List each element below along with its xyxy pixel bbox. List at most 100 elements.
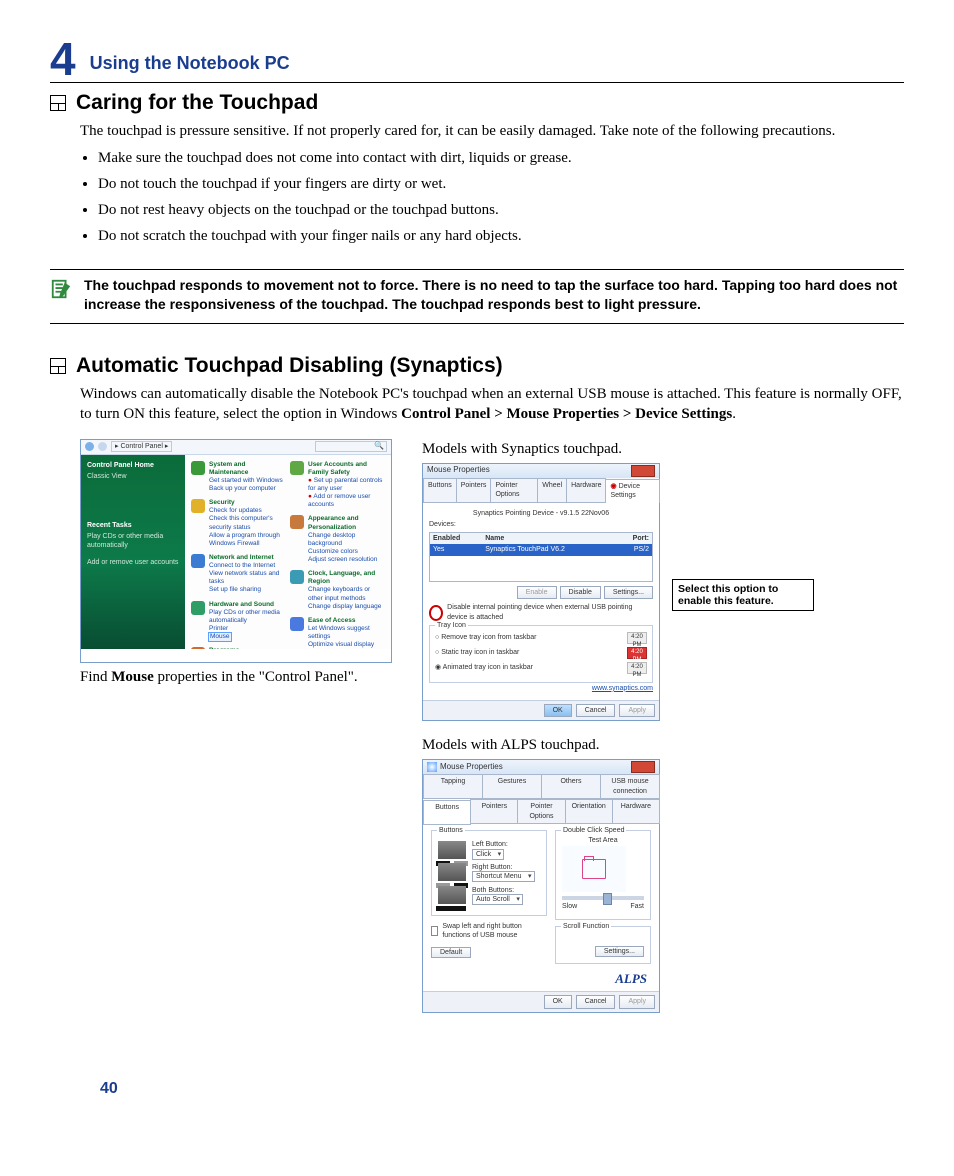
control-panel-sidebar: Control Panel Home Classic View Recent T… xyxy=(81,455,185,649)
synaptics-link[interactable]: www.synaptics.com xyxy=(592,685,653,692)
scroll-settings-button[interactable]: Settings... xyxy=(595,946,644,957)
double-click-group: Double Click Speed Test Area SlowFast xyxy=(555,830,651,920)
settings-button[interactable]: Settings... xyxy=(604,586,653,599)
users-icon xyxy=(290,461,304,475)
ok-button[interactable]: OK xyxy=(544,704,572,717)
section-icon xyxy=(50,95,66,111)
tab-pointer-options[interactable]: Pointer Options xyxy=(517,799,565,824)
addressbar: ▸ Control Panel ▸ 🔍 xyxy=(81,440,391,455)
alps-logo: ALPS xyxy=(555,970,647,988)
tab-others[interactable]: Others xyxy=(541,774,601,799)
note-text: The touchpad responds to movement not to… xyxy=(84,276,904,315)
cat-appearance[interactable]: Appearance and PersonalizationChange des… xyxy=(290,515,385,564)
chapter-title: Using the Notebook PC xyxy=(90,51,290,75)
left-button-row: Left Button:Click xyxy=(438,840,540,859)
ease-icon xyxy=(290,617,304,631)
enable-button[interactable]: Enable xyxy=(517,586,557,599)
alps-window: Mouse Properties Tapping Gestures Others… xyxy=(422,759,660,1012)
tab-hardware[interactable]: Hardware xyxy=(566,478,606,502)
programs-icon xyxy=(191,647,205,649)
section-caring-heading: Caring for the Touchpad xyxy=(50,89,904,117)
disable-checkbox-row[interactable]: Disable internal pointing device when ex… xyxy=(429,603,653,622)
cat-programs[interactable]: ProgramsUninstall a programChange startu… xyxy=(191,647,286,649)
right-button-row: Right Button:Shortcut Menu xyxy=(438,863,540,882)
tab-usb-mouse[interactable]: USB mouse connection xyxy=(600,774,660,799)
cancel-button[interactable]: Cancel xyxy=(576,995,616,1008)
speed-slider[interactable]: SlowFast xyxy=(562,896,644,911)
tray-opt-2[interactable]: ○ Static tray icon in taskbar4:20 PM xyxy=(435,647,647,659)
device-list[interactable]: EnabledNamePort: YesSynaptics TouchPad V… xyxy=(429,532,653,582)
mouse-icon xyxy=(427,762,437,772)
tray-opt-1[interactable]: ○ Remove tray icon from taskbar4:20 PM xyxy=(435,632,647,644)
close-icon[interactable] xyxy=(631,465,655,477)
cat-clock[interactable]: Clock, Language, and RegionChange keyboa… xyxy=(290,570,385,611)
tab-pointers[interactable]: Pointers xyxy=(470,799,518,824)
fwd-icon[interactable] xyxy=(98,442,107,451)
cat-security[interactable]: SecurityCheck for updatesCheck this comp… xyxy=(191,499,286,548)
cat-users[interactable]: User Accounts and Family Safety● Set up … xyxy=(290,461,385,510)
cat-system[interactable]: System and MaintenanceGet started with W… xyxy=(191,461,286,494)
synaptics-window: Mouse Properties Buttons Pointers Pointe… xyxy=(422,463,660,721)
network-icon xyxy=(191,554,205,568)
back-icon[interactable] xyxy=(85,442,94,451)
bullet-3: Do not rest heavy objects on the touchpa… xyxy=(98,200,904,220)
alps-title: Mouse Properties xyxy=(440,762,503,773)
swap-checkbox-row[interactable]: Swap left and right button functions of … xyxy=(431,922,547,941)
tab-bar: Buttons Pointers Pointer Options Wheel H… xyxy=(423,478,659,503)
section-icon xyxy=(50,358,66,374)
search-input[interactable]: 🔍 xyxy=(315,441,387,452)
tab-wheel[interactable]: Wheel xyxy=(537,478,567,502)
tab-hardware[interactable]: Hardware xyxy=(612,799,660,824)
caption-alps: Models with ALPS touchpad. xyxy=(422,735,660,755)
scroll-group: Scroll Function Settings... xyxy=(555,926,651,964)
device-row: YesSynaptics TouchPad V6.2PS/2 xyxy=(430,544,652,555)
ok-button[interactable]: OK xyxy=(544,995,572,1008)
section-auto-title: Automatic Touchpad Disabling (Synaptics) xyxy=(76,352,503,380)
device-label: Synaptics Pointing Device - v9.1.5 22Nov… xyxy=(429,509,653,518)
system-icon xyxy=(191,461,205,475)
tab-buttons[interactable]: Buttons xyxy=(423,800,471,825)
cat-hardware[interactable]: Hardware and SoundPlay CDs or other medi… xyxy=(191,601,286,642)
callout-box: Select this option to enable this featur… xyxy=(672,579,814,611)
close-icon[interactable] xyxy=(631,761,655,773)
tab-tapping[interactable]: Tapping xyxy=(423,774,483,799)
section1-intro: The touchpad is pressure sensitive. If n… xyxy=(80,121,904,141)
section-auto-heading: Automatic Touchpad Disabling (Synaptics) xyxy=(50,352,904,380)
page-number: 40 xyxy=(100,1078,118,1100)
control-panel-categories: System and MaintenanceGet started with W… xyxy=(185,455,391,649)
both-select[interactable]: Auto Scroll xyxy=(472,894,523,905)
disable-checkbox[interactable] xyxy=(429,605,443,621)
tray-opt-3[interactable]: ◉ Animated tray icon in taskbar4:20 PM xyxy=(435,662,647,674)
synaptics-title: Mouse Properties xyxy=(427,465,490,476)
section-caring-title: Caring for the Touchpad xyxy=(76,89,318,117)
caption-control-panel: Find Mouse properties in the "Control Pa… xyxy=(80,667,390,687)
clock-icon xyxy=(290,570,304,584)
chapter-header: 4 Using the Notebook PC xyxy=(50,36,904,83)
bullet-2: Do not touch the touchpad if your finger… xyxy=(98,174,904,194)
apply-button[interactable]: Apply xyxy=(619,704,655,717)
caption-synaptics: Models with Synaptics touchpad. xyxy=(422,439,660,459)
section2-intro: Windows can automatically disable the No… xyxy=(80,384,904,425)
default-button[interactable]: Default xyxy=(431,947,471,958)
bullet-4: Do not scratch the touchpad with your fi… xyxy=(98,226,904,246)
tab-orientation[interactable]: Orientation xyxy=(565,799,613,824)
security-icon xyxy=(191,499,205,513)
note-icon xyxy=(50,278,74,302)
disable-button[interactable]: Disable xyxy=(560,586,601,599)
right-select[interactable]: Shortcut Menu xyxy=(472,871,535,882)
cat-ease[interactable]: Ease of AccessLet Windows suggest settin… xyxy=(290,617,385,649)
chapter-number: 4 xyxy=(50,36,76,82)
cat-network[interactable]: Network and InternetConnect to the Inter… xyxy=(191,554,286,595)
tab-gestures[interactable]: Gestures xyxy=(482,774,542,799)
tab-pointers[interactable]: Pointers xyxy=(456,478,492,502)
tab-device-settings[interactable]: ◉Device Settings xyxy=(605,479,660,503)
tab-buttons[interactable]: Buttons xyxy=(423,478,457,502)
left-select[interactable]: Click xyxy=(472,849,504,860)
test-area[interactable] xyxy=(562,846,626,892)
apply-button[interactable]: Apply xyxy=(619,995,655,1008)
cancel-button[interactable]: Cancel xyxy=(576,704,616,717)
tab-pointer-options[interactable]: Pointer Options xyxy=(490,478,538,502)
control-panel-window: ▸ Control Panel ▸ 🔍 Control Panel Home C… xyxy=(80,439,392,663)
bullet-1: Make sure the touchpad does not come int… xyxy=(98,148,904,168)
section1-bullets: Make sure the touchpad does not come int… xyxy=(80,148,904,247)
